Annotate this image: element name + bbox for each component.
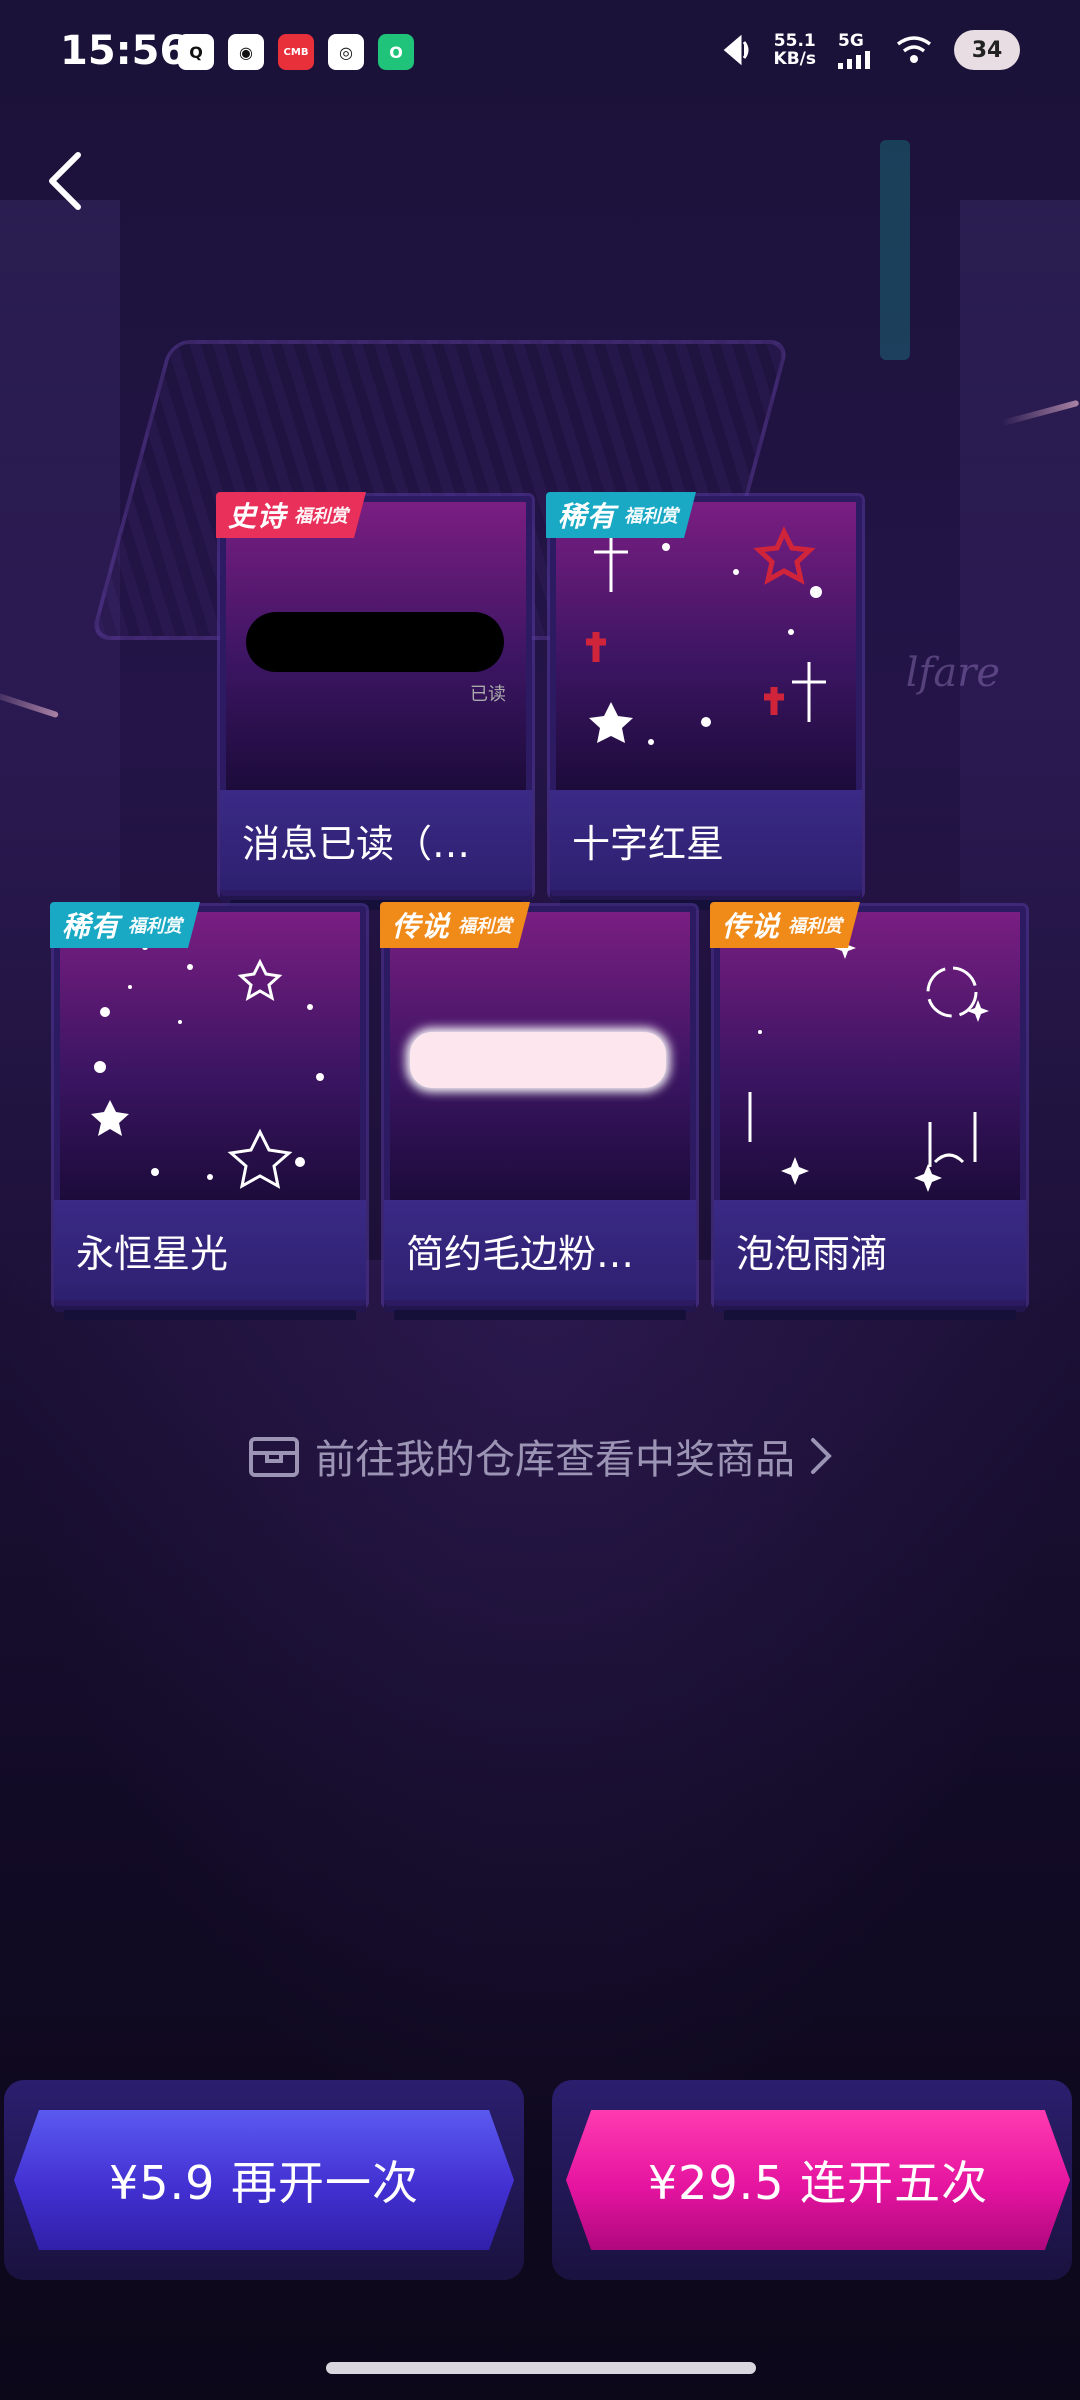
warehouse-link[interactable]: 前往我的仓库查看中奖商品: [0, 1426, 1080, 1486]
bubble-preview: [720, 912, 1020, 1200]
chevron-left-icon: [49, 152, 81, 210]
prize-card[interactable]: 传说 福利赏 泡泡雨滴: [710, 902, 1026, 1320]
prize-card[interactable]: 史诗 福利赏 已读 消息已读（…: [216, 492, 532, 910]
wechat-icon: ◎: [328, 34, 364, 70]
card-title: 泡泡雨滴: [714, 1200, 1026, 1300]
chevron-right-icon: [811, 1438, 832, 1474]
bubble-rain-decoration: [748, 937, 989, 1192]
card-title: 十字红星: [550, 790, 862, 890]
cell-signal: 5G: [838, 31, 874, 69]
battery-indicator: 34: [954, 30, 1020, 70]
status-time: 15:56: [60, 28, 188, 74]
card-title: 消息已读（…: [220, 790, 532, 890]
bubble-preview: [390, 912, 690, 1200]
bubble-preview: [60, 912, 360, 1200]
app-o-icon: O: [378, 34, 414, 70]
bubble-preview: [556, 502, 856, 790]
background-wordmark: lfare: [905, 650, 1000, 696]
warehouse-link-label: 前往我的仓库查看中奖商品: [315, 1437, 795, 1483]
rarity-badge: 史诗 福利赏: [216, 492, 367, 538]
nfc-icon: [723, 34, 749, 66]
rarity-badge: 稀有 福利赏: [546, 492, 697, 538]
read-receipt-label: 已读: [470, 684, 506, 705]
open-again-button[interactable]: ¥5.9 再开一次: [14, 2110, 514, 2250]
cmb-app-icon: CMB: [278, 34, 314, 70]
rarity-badge: 稀有 福利赏: [50, 902, 201, 948]
app-q-icon: Q: [178, 34, 214, 70]
card-title: 简约毛边粉…: [384, 1200, 696, 1300]
wifi-icon: [896, 36, 932, 63]
card-title: 永恒星光: [54, 1200, 366, 1300]
box-icon: [249, 1437, 299, 1477]
open-five-button[interactable]: ¥29.5 连开五次: [566, 2110, 1070, 2250]
home-indicator[interactable]: [326, 2362, 756, 2374]
signal-bars-icon: [838, 51, 870, 69]
bubble-preview: 已读: [226, 502, 526, 790]
pink-bubble-preview: [410, 1032, 666, 1088]
prize-card[interactable]: 传说 福利赏 简约毛边粉…: [380, 902, 696, 1320]
prize-card[interactable]: 稀有 福利赏 永恒星光: [50, 902, 366, 1320]
starlight-decoration: [91, 944, 324, 1189]
notification-icons: Q ◉ CMB ◎ O: [178, 34, 414, 70]
rarity-badge: 传说 福利赏: [710, 902, 861, 948]
weibo-icon: ◉: [228, 34, 264, 70]
net-speed: 55.1 KB/s: [773, 31, 816, 69]
chat-bubble-preview: [246, 612, 504, 672]
status-bar: 15:56 Q ◉ CMB ◎ O 55.1 KB/s 5G 34: [0, 0, 1080, 110]
cross-star-decoration: [586, 526, 826, 745]
rarity-badge: 传说 福利赏: [380, 902, 531, 948]
prize-card[interactable]: 稀有 福利赏 十字红星: [546, 492, 862, 910]
back-button[interactable]: [34, 146, 94, 216]
